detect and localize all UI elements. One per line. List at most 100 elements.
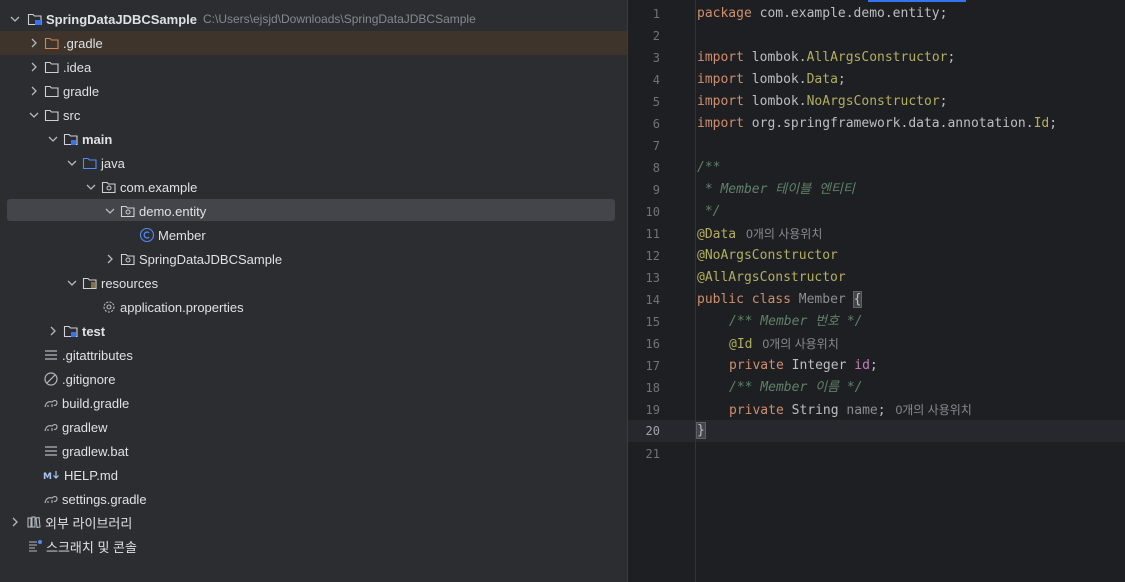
tree-item-com-example[interactable]: com.example — [0, 175, 627, 199]
keyword: class — [751, 292, 791, 307]
chevron-down-icon[interactable] — [9, 13, 21, 25]
code-text: ; — [947, 50, 956, 65]
tree-item-gitignore[interactable]: .gitignore — [0, 367, 627, 391]
tree-item-build-gradle[interactable]: build.gradle — [0, 391, 627, 415]
tree-item-gradlew[interactable]: gradlew — [0, 415, 627, 439]
code-line-8[interactable]: /** — [697, 157, 720, 179]
tree-item-label: settings.gradle — [62, 491, 147, 507]
project-folder-icon — [27, 11, 43, 27]
line-number-gutter[interactable]: 1 2 3 4 5 6 7 8 9 10 11 12 13 14 15 16 1… — [628, 0, 696, 582]
line-number: 19 — [645, 403, 660, 417]
chevron-down-icon[interactable] — [47, 133, 59, 145]
markdown-icon: M — [43, 467, 61, 483]
tree-item-springdatajdbcsample-pkg[interactable]: SpringDataJDBCSample — [0, 247, 627, 271]
line-number: 11 — [645, 227, 660, 241]
chevron-right-icon[interactable] — [104, 253, 116, 265]
chevron-right-icon[interactable] — [9, 516, 21, 528]
type-name: Integer — [783, 358, 855, 373]
chevron-down-icon[interactable] — [85, 181, 97, 193]
code-line-10[interactable]: */ — [697, 201, 721, 223]
tree-item-gradle[interactable]: gradle — [0, 79, 627, 103]
code-line-16[interactable]: @Id 0개의 사용위치 — [729, 333, 839, 355]
tree-item-label: SpringDataJDBCSample — [139, 251, 283, 267]
source-folder-icon — [82, 155, 98, 171]
gradle-icon — [43, 395, 59, 411]
tree-item-help-md[interactable]: M HELP.md — [0, 463, 627, 487]
scratch-icon — [27, 538, 43, 554]
line-number: 14 — [645, 293, 660, 307]
chevron-down-icon[interactable] — [66, 277, 78, 289]
code-line-11[interactable]: @Data 0개의 사용위치 — [697, 223, 822, 245]
field-name: name — [846, 403, 878, 418]
tree-item-resources[interactable]: resources — [0, 271, 627, 295]
keyword: private — [729, 403, 784, 418]
code-line-6[interactable]: import org.springframework.data.annotati… — [697, 113, 1057, 135]
code-line-4[interactable]: import lombok.Data; — [697, 69, 846, 91]
chevron-right-icon[interactable] — [28, 61, 40, 73]
project-path: C:\Users\ejsjd\Downloads\SpringDataJDBCS… — [202, 12, 476, 26]
code-line-17[interactable]: private Integer id; — [729, 355, 878, 377]
tree-item-label: application.properties — [120, 299, 244, 315]
package-icon — [101, 179, 117, 195]
chevron-right-icon[interactable] — [28, 37, 40, 49]
tree-item-application-properties[interactable]: application.properties — [0, 295, 627, 319]
code-line-19[interactable]: private String name; 0개의 사용위치 — [729, 399, 972, 421]
ignore-file-icon — [43, 371, 59, 387]
tree-item-label: test — [82, 323, 106, 339]
code-line-15[interactable]: /** Member 번호 */ — [729, 311, 863, 333]
code-line-9[interactable]: * Member 테이블 엔티티 — [697, 179, 855, 201]
tree-item-scratches-consoles[interactable]: 스크래치 및 콘솔 — [0, 534, 627, 558]
tree-item-gradle-hidden[interactable]: .gradle — [0, 31, 627, 55]
folder-icon — [44, 107, 60, 123]
code-line-5[interactable]: import lombok.NoArgsConstructor; — [697, 91, 947, 113]
code-line-18[interactable]: /** Member 이름 */ — [729, 377, 863, 399]
tree-root-row[interactable]: SpringDataJDBCSample C:\Users\ejsjd\Down… — [0, 7, 627, 31]
tree-item-idea[interactable]: .idea — [0, 55, 627, 79]
chevron-down-icon[interactable] — [66, 157, 78, 169]
code-text: org.springframework.data.annotation. — [743, 116, 1034, 131]
code-line-14[interactable]: public class Member { — [697, 289, 863, 311]
chevron-down-icon[interactable] — [104, 205, 116, 217]
folder-icon — [44, 35, 60, 51]
tree-item-gradlew-bat[interactable]: gradlew.bat — [0, 439, 627, 463]
tree-item-src[interactable]: src — [0, 103, 627, 127]
usage-hint[interactable]: 0개의 사용위치 — [746, 227, 822, 241]
tree-item-label: 외부 라이브러리 — [45, 515, 133, 531]
annotation: @Id — [729, 337, 753, 352]
tree-item-gitattributes[interactable]: .gitattributes — [0, 343, 627, 367]
keyword: import — [697, 94, 744, 109]
tree-item-settings-gradle[interactable]: settings.gradle — [0, 487, 627, 511]
tree-item-test[interactable]: test — [0, 319, 627, 343]
keyword: import — [697, 50, 744, 65]
usage-hint[interactable]: 0개의 사용위치 — [762, 337, 838, 351]
class-name: Member — [798, 292, 846, 307]
tree-item-external-libraries[interactable]: 외부 라이브러리 — [0, 510, 627, 534]
import-name: NoArgsConstructor — [806, 94, 940, 109]
chevron-right-icon[interactable] — [47, 325, 59, 337]
tree-item-main[interactable]: main — [0, 127, 627, 151]
tree-item-member[interactable]: Member — [0, 223, 627, 247]
tree-item-demo-entity[interactable]: demo.entity — [0, 199, 627, 223]
code-editor[interactable]: 1 2 3 4 5 6 7 8 9 10 11 12 13 14 15 16 1… — [627, 0, 1125, 582]
line-number: 16 — [645, 337, 660, 351]
keyword: private — [729, 358, 784, 373]
line-number: 12 — [645, 249, 660, 263]
line-number: 13 — [645, 271, 660, 285]
code-line-3[interactable]: import lombok.AllArgsConstructor; — [697, 47, 955, 69]
line-number: 18 — [645, 381, 660, 395]
project-name: SpringDataJDBCSample — [46, 11, 197, 27]
usage-hint[interactable]: 0개의 사용위치 — [896, 403, 972, 417]
code-line-13[interactable]: @AllArgsConstructor — [697, 267, 846, 289]
chevron-down-icon[interactable] — [28, 109, 40, 121]
tree-item-label: com.example — [120, 179, 198, 195]
module-folder-icon — [63, 131, 79, 147]
package-icon — [120, 203, 136, 219]
code-line-20[interactable]: } — [696, 420, 706, 442]
class-icon — [139, 227, 155, 243]
code-line-1[interactable]: package com.example.demo.entity; — [697, 3, 947, 25]
code-line-12[interactable]: @NoArgsConstructor — [697, 245, 838, 267]
import-name: AllArgsConstructor — [806, 50, 948, 65]
import-name: Data — [806, 72, 838, 87]
tree-item-java[interactable]: java — [0, 151, 627, 175]
chevron-right-icon[interactable] — [28, 85, 40, 97]
